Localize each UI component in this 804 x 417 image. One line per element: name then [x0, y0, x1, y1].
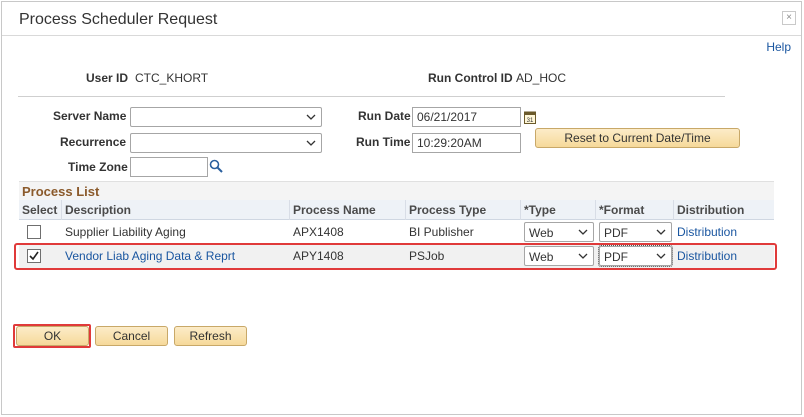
column-divider: [61, 200, 62, 220]
close-icon[interactable]: ×: [782, 11, 796, 25]
table-row: Vendor Liab Aging Data & Reprt APY1408 P…: [19, 245, 774, 268]
row-process-name: APY1408: [293, 249, 344, 263]
row-distribution-link[interactable]: Distribution: [677, 249, 737, 263]
row-process-type: PSJob: [409, 249, 445, 263]
header-divider: [18, 96, 725, 97]
column-divider: [673, 200, 674, 220]
recurrence-label: Recurrence: [60, 135, 127, 149]
row-process-name: APX1408: [293, 225, 344, 239]
column-divider: [405, 200, 406, 220]
row-format-select[interactable]: PDF: [599, 222, 672, 242]
help-link[interactable]: Help: [766, 40, 791, 54]
process-scheduler-dialog: Process Scheduler Request × Help User ID…: [1, 1, 802, 415]
chevron-down-icon: [306, 114, 316, 120]
user-id-value: CTC_KHORT: [135, 71, 209, 85]
process-list-header: Select Description Process Name Process …: [19, 200, 774, 220]
run-date-label: Run Date: [358, 109, 411, 123]
chevron-down-icon: [578, 253, 588, 259]
row-select-checkbox[interactable]: [27, 225, 41, 239]
row-type-value: Web: [529, 250, 554, 264]
column-divider: [595, 200, 596, 220]
run-time-label: Run Time: [356, 135, 411, 149]
calendar-day-text: 31: [527, 118, 534, 124]
dialog-title: Process Scheduler Request: [19, 11, 218, 28]
column-header-type: *Type: [524, 203, 556, 217]
row-format-value: PDF: [604, 250, 628, 264]
server-name-select[interactable]: [130, 107, 322, 127]
column-header-description: Description: [65, 203, 132, 217]
ok-button[interactable]: OK: [16, 326, 89, 346]
row-type-select[interactable]: Web: [524, 246, 594, 266]
column-divider: [289, 200, 290, 220]
time-zone-input[interactable]: [130, 157, 208, 177]
magnifier-icon[interactable]: [209, 159, 223, 173]
process-list-title: Process List: [19, 181, 774, 200]
chevron-down-icon: [656, 253, 666, 259]
user-id-label: User ID: [86, 71, 129, 85]
chevron-down-icon: [306, 140, 316, 146]
row-format-select[interactable]: PDF: [598, 245, 673, 267]
chevron-down-icon: [656, 229, 666, 235]
row-select-checkbox[interactable]: [27, 249, 41, 263]
column-header-distribution: Distribution: [677, 203, 745, 217]
refresh-button[interactable]: Refresh: [174, 326, 247, 346]
dialog-titlebar: Process Scheduler Request ×: [2, 2, 801, 36]
calendar-icon[interactable]: 31: [524, 110, 536, 124]
reset-date-time-button[interactable]: Reset to Current Date/Time: [535, 128, 740, 148]
time-zone-label: Time Zone: [68, 160, 128, 174]
column-header-process-name: Process Name: [293, 203, 376, 217]
column-header-format: *Format: [599, 203, 645, 217]
table-row: Supplier Liability Aging APX1408 BI Publ…: [19, 221, 774, 244]
recurrence-select[interactable]: [130, 133, 322, 153]
row-process-type: BI Publisher: [409, 225, 474, 239]
checkmark-icon: [29, 251, 39, 261]
column-divider: [520, 200, 521, 220]
run-control-id-label: Run Control ID: [428, 71, 513, 85]
column-header-select: Select: [22, 203, 58, 217]
chevron-down-icon: [578, 229, 588, 235]
row-distribution-link[interactable]: Distribution: [677, 225, 737, 239]
run-control-id-value: AD_HOC: [516, 71, 567, 85]
row-type-value: Web: [529, 226, 554, 240]
run-date-input[interactable]: [412, 107, 521, 127]
row-description: Supplier Liability Aging: [65, 225, 186, 239]
run-time-input[interactable]: [412, 133, 521, 153]
cancel-button[interactable]: Cancel: [95, 326, 168, 346]
server-name-label: Server Name: [53, 109, 127, 123]
row-format-value: PDF: [604, 226, 628, 240]
row-type-select[interactable]: Web: [524, 222, 594, 242]
row-description-link[interactable]: Vendor Liab Aging Data & Reprt: [65, 249, 235, 263]
column-header-process-type: Process Type: [409, 203, 487, 217]
